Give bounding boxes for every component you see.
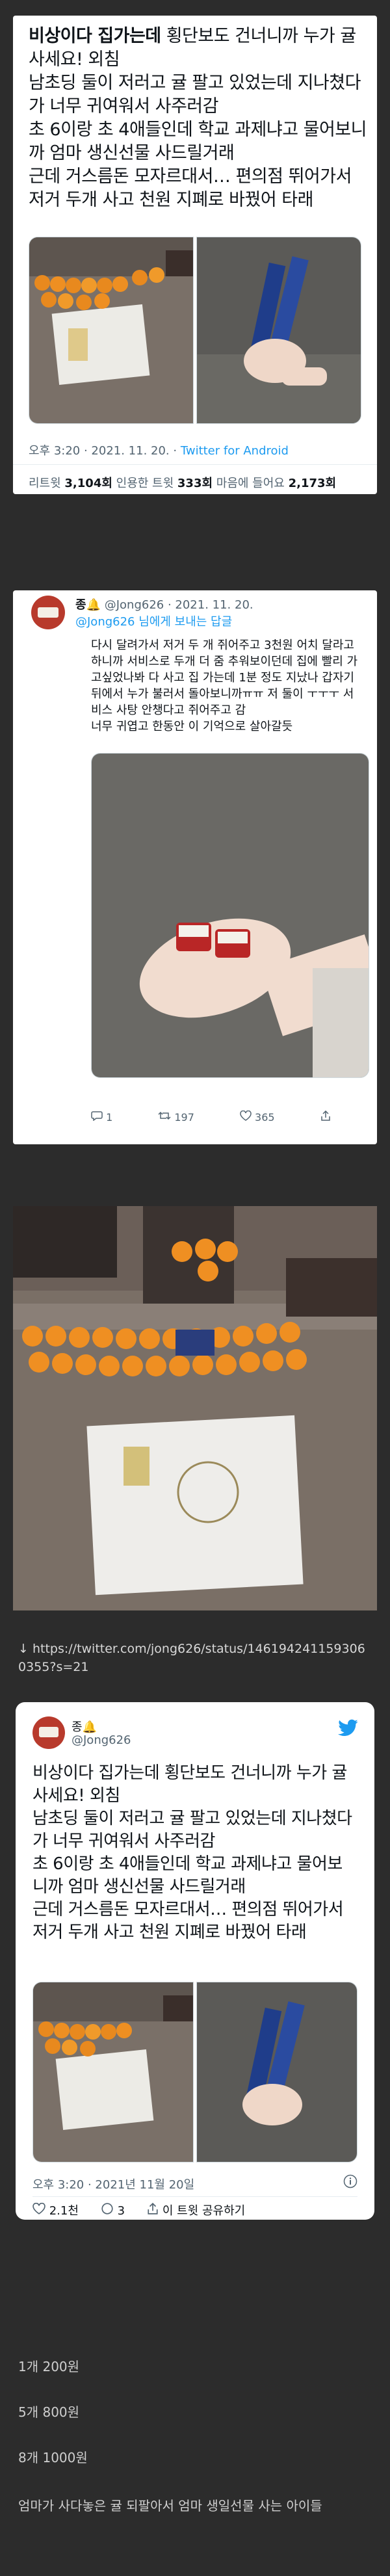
info-icon[interactable]	[343, 2174, 358, 2191]
comment-icon	[91, 1111, 103, 1121]
tweet-1-timestamp-row: 오후 3:20 · 2021. 11. 20. · Twitter for An…	[29, 441, 289, 458]
reply-like-button[interactable]: 365	[240, 1111, 275, 1124]
heart-icon	[32, 2203, 46, 2215]
embedded-handle[interactable]: @Jong626	[72, 1733, 131, 1747]
choco-bars-image	[197, 237, 361, 423]
embedded-reply-button[interactable]: 3	[101, 2202, 125, 2218]
reply-retweet-button[interactable]: 197	[158, 1111, 194, 1124]
tweet-1-retweets-label[interactable]: 리트윗	[29, 477, 64, 490]
embedded-photo-chocobars[interactable]	[196, 1982, 358, 2162]
reply-photo-candy[interactable]	[91, 753, 369, 1078]
embedded-choco-image	[197, 1982, 357, 2162]
reply-author-name[interactable]: 종🔔	[75, 598, 101, 612]
reply-text: 다시 달려가서 저거 두 개 쥐어주고 3천원 어치 달라고 하니까 서비스로 …	[91, 638, 358, 733]
price-item-2: 5개 800원	[18, 2404, 80, 2420]
embedded-oranges-image	[33, 1982, 193, 2162]
embedded-avatar[interactable]	[32, 1716, 65, 1749]
share-icon	[148, 2203, 158, 2215]
twitter-bird-icon[interactable]	[338, 1719, 359, 1740]
tweet-1-text-bold: 비상이다 집가는데	[29, 26, 161, 46]
oranges-stall-large-image	[13, 1206, 377, 1610]
share-icon	[320, 1111, 330, 1121]
embedded-tweet-text: 비상이다 집가는데 횡단보도 건너니까 누가 귤사세요! 외침 남초딩 둘이 저…	[32, 1763, 352, 1942]
candy-hand-image	[92, 754, 369, 1077]
tweet-1-source-link[interactable]: Twitter for Android	[181, 444, 289, 458]
oranges-stall-photo	[13, 1206, 377, 1610]
tweet-1-photo-chocobars[interactable]	[196, 237, 361, 424]
tweet-1-timestamp: 오후 3:20 · 2021. 11. 20. ·	[29, 444, 181, 458]
reply-like-count: 365	[255, 1111, 275, 1124]
embedded-share-button[interactable]: 이 트윗 공유하기	[147, 2201, 245, 2218]
embedded-timestamp[interactable]: 오후 3:20 · 2021년 11월 20일	[32, 2175, 194, 2192]
reply-share-button[interactable]	[320, 1111, 331, 1124]
embedded-reply-count: 3	[117, 2203, 125, 2218]
source-link-caption[interactable]: ↓ https://twitter.com/jong626/status/146…	[18, 1640, 369, 1676]
tweet-1-retweets-count: 3,104회	[64, 477, 112, 490]
embedded-like-button[interactable]: 2.1천	[32, 2201, 79, 2218]
price-item-3: 8개 1000원	[18, 2450, 88, 2465]
reply-replying-to: @Jong626 님에게 보내는 답글	[75, 612, 232, 629]
tweet-1-photo-stall[interactable]	[29, 237, 194, 424]
heart-icon	[240, 1111, 252, 1121]
comment-icon	[101, 2202, 113, 2215]
reply-handle[interactable]: @Jong626 · 2021. 11. 20.	[105, 598, 254, 612]
reply-avatar[interactable]	[31, 596, 65, 629]
embedded-actions: 2.1천 3 이 트윗 공유하기	[32, 2201, 245, 2218]
reply-actions: 1 197 365	[91, 1111, 331, 1124]
reply-header: 종🔔 @Jong626 · 2021. 11. 20.	[75, 596, 254, 612]
tweet-1-text: 비상이다 집가는데 횡단보도 건너니까 누가 귤사세요! 외침 남초딩 둘이 저…	[29, 25, 367, 212]
tweet-1-likes-count: 2,173회	[288, 477, 337, 490]
reply-replying-to-text[interactable]: @Jong626 님에게 보내는 답글	[75, 615, 232, 629]
footer-text: 엄마가 사다놓은 귤 되팔아서 엄마 생일선물 사는 아이들	[18, 2498, 322, 2514]
embedded-tweet-card: 종🔔 @Jong626 비상이다 집가는데 횡단보도 건너니까 누가 귤사세요!…	[16, 1702, 374, 2220]
reply-reply-count: 1	[106, 1111, 113, 1124]
reply-reply-button[interactable]: 1	[91, 1111, 112, 1124]
tweet-1-text-rest: 횡단보도 건너니까 누가 귤사세요! 외침 남초딩 둘이 저러고 귤 팔고 있었…	[29, 26, 367, 210]
tweet-card-1: 비상이다 집가는데 횡단보도 건너니까 누가 귤사세요! 외침 남초딩 둘이 저…	[13, 16, 377, 494]
reply-retweet-count: 197	[174, 1111, 194, 1124]
tweet-1-quotes-count: 333회	[177, 477, 213, 490]
tweet-1-stats: 리트윗 3,104회 인용한 트윗 333회 마음에 들어요 2,173회	[29, 474, 336, 491]
oranges-stall-image	[29, 237, 193, 423]
embedded-author-name[interactable]: 종🔔	[72, 1718, 97, 1735]
reply-card: 종🔔 @Jong626 · 2021. 11. 20. @Jong626 님에게…	[13, 590, 377, 1144]
price-item-1: 1개 200원	[18, 2359, 80, 2374]
tweet-1-likes-label[interactable]: 마음에 들어요	[216, 477, 289, 490]
embedded-like-count: 2.1천	[49, 2204, 79, 2218]
tweet-1-quotes-label[interactable]: 인용한 트윗	[116, 477, 177, 490]
retweet-icon	[158, 1111, 171, 1120]
embedded-share-label: 이 트윗 공유하기	[162, 2204, 246, 2218]
embedded-photo-stall[interactable]	[32, 1982, 194, 2162]
